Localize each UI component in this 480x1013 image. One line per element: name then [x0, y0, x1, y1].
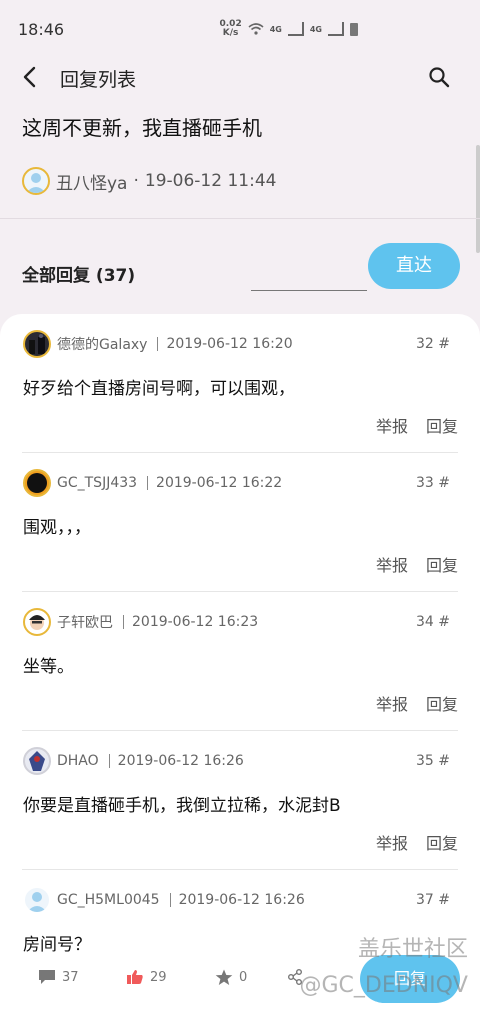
user-icon — [26, 173, 46, 193]
status-bar: 18:46 0.02 K/s 4G 4G — [0, 0, 480, 56]
reply-time: 2019-06-12 16:23 — [132, 614, 259, 630]
battery-icon — [350, 22, 358, 36]
page-title: 回复列表 — [60, 69, 137, 91]
replies-list: 德德的Galaxy 2019-06-12 16:20 32 # 好歹给个直播房间… — [0, 314, 480, 974]
reply-actions: 举报 回复 — [376, 691, 458, 715]
reply-content: 你要是直播砸手机，我倒立拉稀，水泥封B — [23, 796, 341, 816]
reply-header: GC_H5ML0045 2019-06-12 16:26 37 # — [23, 885, 450, 915]
reply-item: 德德的Galaxy 2019-06-12 16:20 32 # 好歹给个直播房间… — [0, 314, 480, 453]
wifi-icon — [248, 23, 264, 35]
divider — [157, 337, 159, 351]
reply-item: 子轩欧巴 2019-06-12 16:23 34 # 坐等。 举报 回复 — [0, 592, 480, 731]
report-button[interactable]: 举报 — [376, 830, 408, 854]
reply-content: 好歹给个直播房间号啊，可以围观， — [23, 379, 295, 399]
reply-author[interactable]: GC_TSJJ433 — [57, 475, 137, 491]
reply-content: 围观，，， — [23, 518, 91, 538]
floor-number: 37 # — [416, 892, 450, 908]
user-avatar-image — [29, 615, 45, 630]
reply-author[interactable]: 子轩欧巴 — [57, 612, 113, 632]
divider — [0, 218, 480, 219]
status-indicators: 0.02 K/s 4G 4G — [219, 19, 358, 38]
reply-time: 2019-06-12 16:20 — [166, 336, 293, 352]
post-title: 这周不更新，我直播砸手机 — [22, 116, 262, 140]
reply-time: 2019-06-12 16:26 — [117, 753, 244, 769]
reply-actions: 举报 回复 — [376, 552, 458, 576]
comment-icon — [39, 970, 55, 984]
top-bar: 回复列表 — [0, 56, 480, 100]
report-button[interactable]: 举报 — [376, 413, 408, 437]
reply-button[interactable]: 回复 — [426, 552, 458, 576]
favorite-button[interactable]: 0 — [215, 969, 247, 986]
user-icon — [27, 892, 47, 912]
likes-count: 29 — [150, 969, 167, 985]
avatar[interactable] — [23, 469, 51, 497]
divider — [108, 754, 110, 768]
divider — [123, 615, 124, 629]
reply-header: DHAO 2019-06-12 16:26 35 # — [23, 746, 450, 776]
reply-button[interactable]: 回复 — [426, 691, 458, 715]
thumbs-up-icon — [127, 970, 143, 984]
favorites-count: 0 — [239, 970, 248, 985]
share-icon — [288, 969, 302, 985]
back-icon[interactable] — [18, 64, 44, 90]
reply-author[interactable]: GC_H5ML0045 — [57, 892, 160, 908]
reply-button[interactable]: 回复 — [426, 830, 458, 854]
avatar[interactable] — [23, 747, 51, 775]
scrollbar[interactable] — [476, 145, 480, 253]
reply-button[interactable]: 回复 — [426, 413, 458, 437]
jump-button[interactable]: 直达 — [368, 243, 460, 289]
user-avatar-image — [27, 473, 47, 493]
network-4g-label-2: 4G — [309, 24, 322, 34]
reply-header: 德德的Galaxy 2019-06-12 16:20 32 # — [23, 329, 450, 359]
reply-item: DHAO 2019-06-12 16:26 35 # 你要是直播砸手机，我倒立拉… — [0, 731, 480, 870]
avatar[interactable] — [23, 886, 51, 914]
like-button[interactable]: 29 — [126, 969, 167, 985]
user-avatar-image — [29, 334, 45, 354]
floor-number: 33 # — [416, 475, 450, 491]
divider — [169, 893, 171, 907]
avatar[interactable] — [23, 608, 51, 636]
reply-header: GC_TSJJ433 2019-06-12 16:22 33 # — [23, 468, 450, 498]
reply-item: GC_TSJJ433 2019-06-12 16:22 33 # 围观，，， 举… — [0, 453, 480, 592]
reply-fab-button[interactable]: 回复 — [360, 955, 460, 1003]
share-button[interactable] — [287, 969, 303, 985]
comments-button[interactable]: 37 — [38, 969, 79, 985]
avatar[interactable] — [23, 330, 51, 358]
floor-number: 34 # — [416, 614, 450, 630]
date-separator: · — [133, 171, 139, 191]
reply-actions: 举报 回复 — [376, 830, 458, 854]
star-icon — [215, 969, 233, 985]
comments-count: 37 — [62, 969, 79, 985]
network-4g-label: 4G — [269, 24, 282, 34]
network-speed: 0.02 K/s — [219, 19, 242, 38]
report-button[interactable]: 举报 — [376, 691, 408, 715]
signal-icon-2 — [328, 22, 344, 36]
reply-content: 坐等。 — [23, 657, 74, 677]
post-author-row: 丑八怪ya · 19-06-12 11:44 — [22, 167, 276, 195]
reply-time: 2019-06-12 16:22 — [156, 475, 283, 491]
search-icon[interactable] — [428, 66, 450, 88]
reply-header: 子轩欧巴 2019-06-12 16:23 34 # — [23, 607, 450, 637]
replies-count-header: 全部回复 (37) — [22, 266, 136, 286]
reply-author[interactable]: 德德的Galaxy — [57, 334, 147, 354]
reply-actions: 举报 回复 — [376, 413, 458, 437]
floor-number: 32 # — [416, 336, 450, 352]
post-date: 19-06-12 11:44 — [144, 171, 277, 191]
avatar[interactable] — [22, 167, 50, 195]
floor-jump-input[interactable] — [251, 258, 367, 291]
divider — [147, 476, 149, 490]
post-author-name[interactable]: 丑八怪ya — [56, 169, 127, 194]
report-button[interactable]: 举报 — [376, 552, 408, 576]
reply-content: 房间号？ — [23, 935, 91, 955]
signal-icon — [287, 22, 304, 36]
reply-author[interactable]: DHAO — [57, 753, 99, 769]
status-time: 18:46 — [18, 20, 65, 39]
user-avatar-image — [29, 751, 45, 771]
reply-time: 2019-06-12 16:26 — [178, 892, 305, 908]
floor-number: 35 # — [416, 753, 450, 769]
